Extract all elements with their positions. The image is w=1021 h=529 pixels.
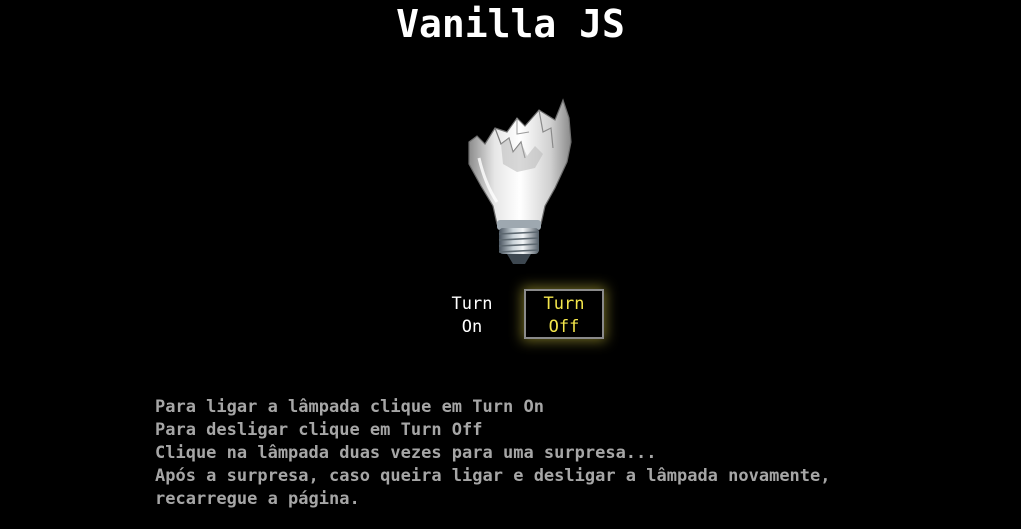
instruction-line: recarregue a página.: [155, 489, 360, 509]
instruction-line: Para desligar clique em Turn Off: [155, 420, 483, 440]
instruction-line: Clique na lâmpada duas vezes para uma su…: [155, 443, 657, 463]
instruction-line: Após a surpresa, caso queira ligar e des…: [155, 466, 831, 486]
turn-off-button[interactable]: Turn Off: [524, 289, 604, 339]
broken-lightbulb-icon[interactable]: [455, 98, 581, 266]
turn-on-button[interactable]: Turn On: [432, 289, 512, 339]
page-title: Vanilla JS: [396, 2, 625, 46]
lamp[interactable]: [455, 98, 581, 266]
instruction-line: Para ligar a lâmpada clique em Turn On: [155, 397, 544, 417]
page: Vanilla JS Turn On Turn Off Para ligar a…: [0, 0, 1021, 529]
lamp-controls: Turn On Turn Off: [0, 289, 1021, 341]
instructions: Para ligar a lâmpada clique em Turn On P…: [155, 396, 831, 511]
